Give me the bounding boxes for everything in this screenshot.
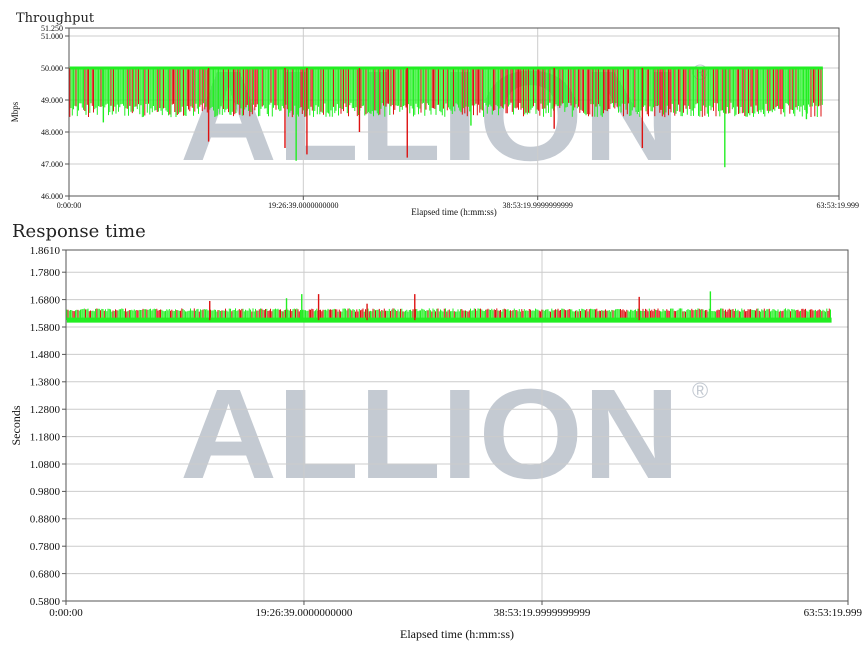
charts-canvas: ThroughputALLION®46.00047.00048.00049.00… <box>9 11 862 641</box>
x-tick-label: 38:53:19.9999999999 <box>494 607 591 619</box>
y-tick-label: 1.2800 <box>30 404 61 416</box>
watermark-text: ALLION <box>180 45 680 188</box>
x-tick-label: 63:53:19.999 <box>817 201 859 210</box>
y-axis-label: Mbps <box>10 101 20 122</box>
y-axis-label: Seconds <box>9 405 23 445</box>
x-tick-label: 19:26:39.0000000000 <box>256 607 353 619</box>
allion-watermark-logo: ALLION® <box>180 363 708 506</box>
watermark-text: ALLION <box>180 363 680 506</box>
x-axis-label: Elapsed time (h:mm:ss) <box>400 627 514 641</box>
throughput-chart: ThroughputALLION®46.00047.00048.00049.00… <box>10 11 859 217</box>
x-tick-label: 0:00:00 <box>49 607 83 619</box>
y-tick-label: 51.000 <box>41 32 63 41</box>
y-tick-label: 47.000 <box>41 160 63 169</box>
y-tick-label: 0.6800 <box>30 568 61 580</box>
allion-watermark-logo: ALLION® <box>180 45 708 188</box>
y-tick-label: 0.8800 <box>30 514 61 526</box>
x-tick-label: 0:00:00 <box>57 201 81 210</box>
y-tick-label: 1.0800 <box>30 459 61 471</box>
response-time-chart: Response timeALLION ®0.58000.68000.78000.… <box>9 221 862 641</box>
x-tick-label: 19:26:39.0000000000 <box>268 201 338 210</box>
y-tick-label: 48.000 <box>41 128 63 137</box>
y-tick-label: 49.000 <box>41 96 63 105</box>
y-tick-label: 1.6800 <box>30 294 61 306</box>
y-tick-label: 1.4800 <box>30 349 61 361</box>
y-tick-label: 1.3800 <box>30 377 61 389</box>
y-tick-label: 1.5800 <box>30 322 61 334</box>
y-tick-label: 1.7800 <box>30 267 61 279</box>
x-tick-label: 38:53:19.9999999999 <box>502 201 572 210</box>
x-axis-label: Elapsed time (h:mm:ss) <box>411 207 497 217</box>
y-tick-label: 1.1800 <box>30 431 61 443</box>
y-tick-label: 0.9800 <box>30 486 61 498</box>
y-tick-label: 0.7800 <box>30 541 61 553</box>
chart-title: Response time <box>12 221 146 242</box>
y-tick-label: 1.8610 <box>30 245 61 257</box>
x-tick-label: 63:53:19.999 <box>804 607 863 619</box>
y-tick-label: 51.250 <box>41 24 63 33</box>
y-tick-label: 46.000 <box>41 192 63 201</box>
y-tick-label: 50.000 <box>41 64 63 73</box>
